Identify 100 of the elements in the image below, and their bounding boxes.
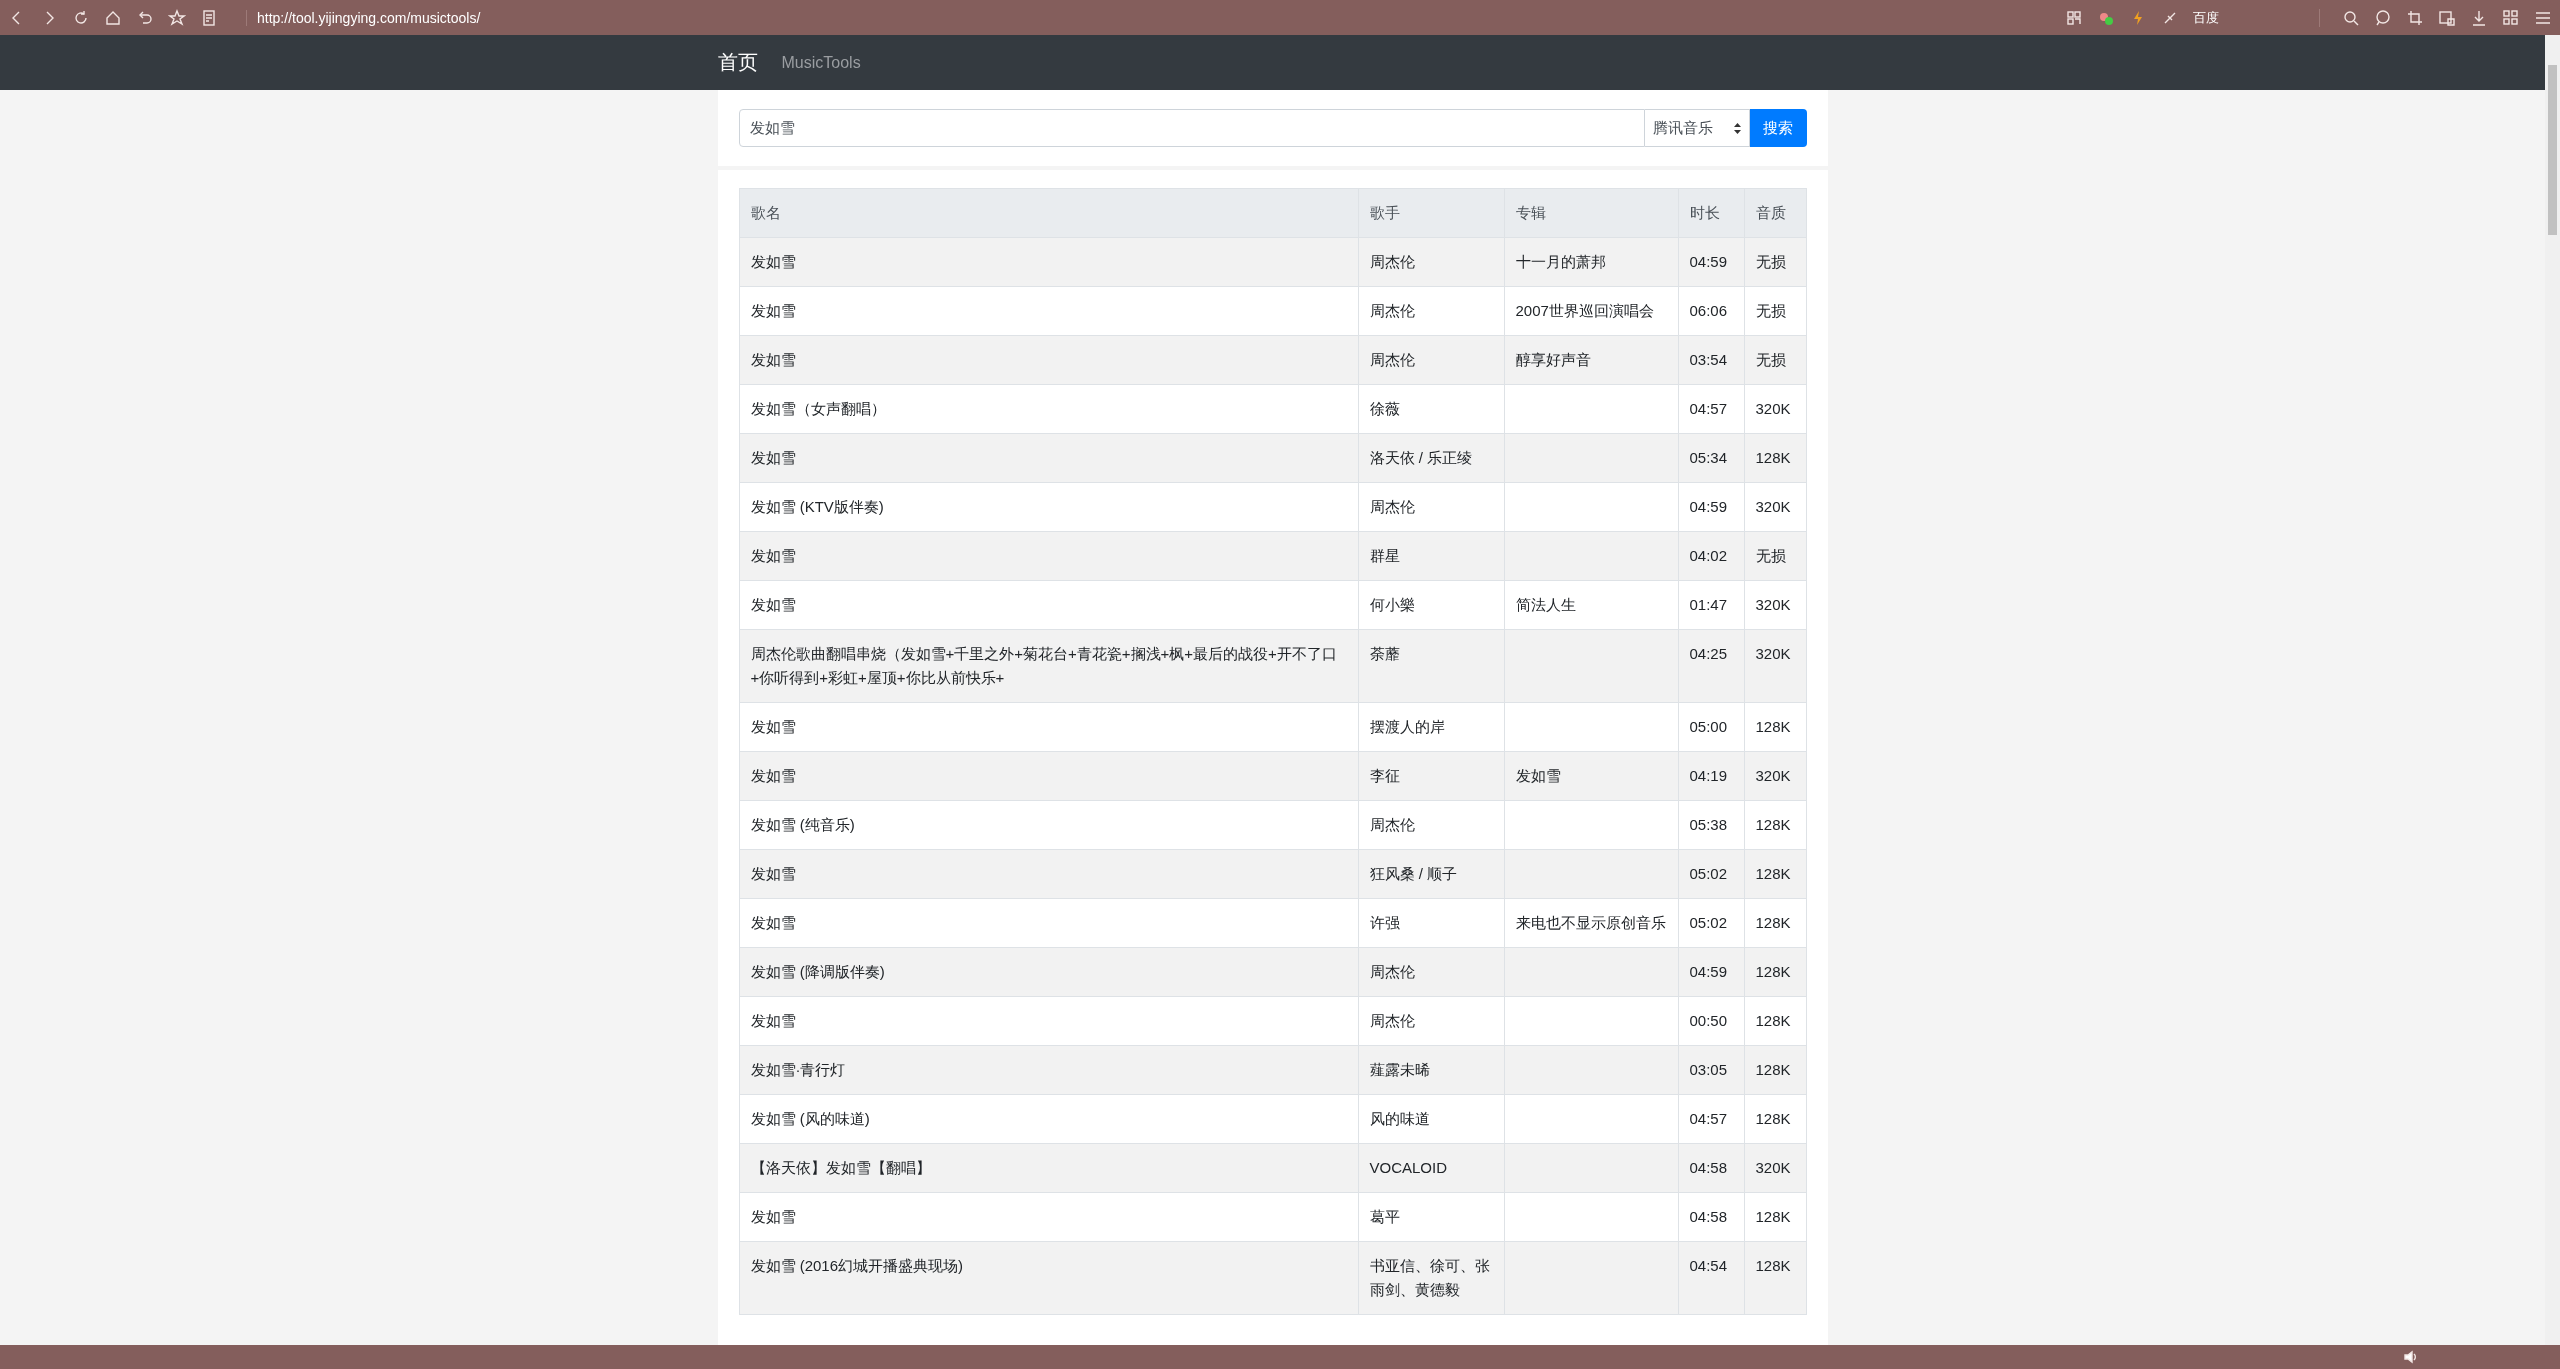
qr-code-icon[interactable] — [2065, 8, 2083, 27]
table-cell: 320K — [1744, 384, 1806, 434]
table-cell: 128K — [1744, 800, 1806, 850]
table-cell: 128K — [1744, 849, 1806, 899]
address-bar[interactable]: http://tool.yijingying.com/musictools/ — [246, 9, 481, 26]
table-cell: 128K — [1744, 1192, 1806, 1242]
table-cell: 来电也不显示原创音乐 — [1504, 898, 1678, 948]
table-cell: 醇享好声音 — [1504, 335, 1678, 385]
table-cell: 128K — [1744, 1241, 1806, 1315]
table-cell: 00:50 — [1678, 996, 1744, 1046]
table-cell: 荼蘼 — [1358, 629, 1504, 703]
table-cell: 李征 — [1358, 751, 1504, 801]
table-cell: 周杰伦 — [1358, 800, 1504, 850]
table-cell: 发如雪 (纯音乐) — [739, 800, 1358, 850]
table-cell: 何小樂 — [1358, 580, 1504, 630]
column-header[interactable]: 歌名 — [739, 188, 1358, 238]
table-cell: 发如雪 — [739, 898, 1358, 948]
source-select[interactable]: 腾讯音乐 — [1644, 109, 1750, 147]
download-icon[interactable] — [2470, 8, 2488, 27]
table-cell: 2007世界巡回演唱会 — [1504, 286, 1678, 336]
table-cell: 128K — [1744, 433, 1806, 483]
table-cell: 无损 — [1744, 237, 1806, 287]
search-engine-selector[interactable]: 百度 — [2193, 8, 2320, 27]
speech-bubble-icon[interactable] — [2374, 8, 2392, 27]
table-cell: 发如雪 — [739, 237, 1358, 287]
scrollbar[interactable] — [2545, 35, 2560, 1345]
table-cell: 128K — [1744, 702, 1806, 752]
table-cell: 05:00 — [1678, 702, 1744, 752]
table-cell: 简法人生 — [1504, 580, 1678, 630]
table-cell: 群星 — [1358, 531, 1504, 581]
table-cell: 狂风桑 / 顺子 — [1358, 849, 1504, 899]
column-header[interactable]: 歌手 — [1358, 188, 1504, 238]
table-cell: 04:58 — [1678, 1143, 1744, 1193]
table-cell: 发如雪 (风的味道) — [739, 1094, 1358, 1144]
table-cell: 05:34 — [1678, 433, 1744, 483]
table-cell: 128K — [1744, 898, 1806, 948]
notes-icon[interactable] — [200, 8, 218, 27]
table-cell: 周杰伦 — [1358, 996, 1504, 1046]
column-header[interactable]: 专辑 — [1504, 188, 1678, 238]
table-cell: 发如雪 — [739, 751, 1358, 801]
table-cell: 发如雪 — [739, 849, 1358, 899]
search-field[interactable]: 发如雪 — [738, 109, 1645, 147]
table-cell: 04:57 — [1678, 1094, 1744, 1144]
table-cell: 320K — [1744, 751, 1806, 801]
table-cell: 书亚信、徐可、张雨剑、黄德毅 — [1358, 1241, 1504, 1315]
table-cell: 04:19 — [1678, 751, 1744, 801]
column-header[interactable]: 时长 — [1678, 188, 1744, 238]
table-cell: 周杰伦歌曲翻唱串烧（发如雪+千里之外+菊花台+青花瓷+搁浅+枫+最后的战役+开不了口+你听得到+彩虹+屋顶+你比从前快乐+ — [739, 629, 1358, 703]
table-cell: 葛平 — [1358, 1192, 1504, 1242]
search-icon[interactable] — [2342, 8, 2360, 27]
table-cell: 128K — [1744, 1094, 1806, 1144]
table-cell: 摆渡人的岸 — [1358, 702, 1504, 752]
search-button[interactable]: 搜索 — [1749, 109, 1807, 147]
table-cell: 风的味道 — [1358, 1094, 1504, 1144]
table-cell: VOCALOID — [1358, 1143, 1504, 1193]
table-cell: 洛天依 / 乐正绫 — [1358, 433, 1504, 483]
table-cell: 发如雪（女声翻唱） — [739, 384, 1358, 434]
table-cell: 周杰伦 — [1358, 482, 1504, 532]
apps-icon[interactable] — [2502, 8, 2520, 27]
table-cell: 【洛天依】发如雪【翻唱】 — [739, 1143, 1358, 1193]
table-cell: 04:58 — [1678, 1192, 1744, 1242]
table-cell: 04:59 — [1678, 237, 1744, 287]
table-cell: 03:05 — [1678, 1045, 1744, 1095]
table-cell: 发如雪 (KTV版伴奏) — [739, 482, 1358, 532]
table-cell: 320K — [1744, 580, 1806, 630]
table-cell: 许强 — [1358, 898, 1504, 948]
table-cell: 发如雪 (2016幻城开播盛典现场) — [739, 1241, 1358, 1315]
table-cell: 无损 — [1744, 286, 1806, 336]
table-cell: 04:57 — [1678, 384, 1744, 434]
table-cell: 发如雪 — [739, 433, 1358, 483]
reload-icon[interactable] — [72, 8, 90, 27]
table-cell: 薤露未晞 — [1358, 1045, 1504, 1095]
table-cell: 05:02 — [1678, 849, 1744, 899]
table-cell: 04:54 — [1678, 1241, 1744, 1315]
table-cell: 04:02 — [1678, 531, 1744, 581]
table-cell: 周杰伦 — [1358, 237, 1504, 287]
table-cell: 周杰伦 — [1358, 947, 1504, 997]
table-cell: 128K — [1744, 996, 1806, 1046]
table-cell: 01:47 — [1678, 580, 1744, 630]
table-cell: 128K — [1744, 947, 1806, 997]
nav-link[interactable]: MusicTools — [781, 53, 861, 72]
table-cell: 320K — [1744, 1143, 1806, 1193]
table-cell: 320K — [1744, 482, 1806, 532]
table-cell: 320K — [1744, 629, 1806, 703]
table-cell: 发如雪 — [739, 702, 1358, 752]
crop-icon[interactable] — [2406, 8, 2424, 27]
table-cell: 发如雪·青行灯 — [739, 1045, 1358, 1095]
table-cell: 04:25 — [1678, 629, 1744, 703]
table-cell: 发如雪 (降调版伴奏) — [739, 947, 1358, 997]
table-cell: 05:38 — [1678, 800, 1744, 850]
table-cell: 发如雪 — [739, 335, 1358, 385]
table-cell: 03:54 — [1678, 335, 1744, 385]
home-link[interactable]: 首页 — [717, 49, 758, 76]
table-cell: 128K — [1744, 1045, 1806, 1095]
table-cell: 06:06 — [1678, 286, 1744, 336]
star-icon[interactable] — [168, 8, 186, 27]
column-header[interactable]: 音质 — [1744, 188, 1806, 238]
table-cell: 05:02 — [1678, 898, 1744, 948]
table-cell: 周杰伦 — [1358, 335, 1504, 385]
table-cell: 发如雪 — [739, 531, 1358, 581]
